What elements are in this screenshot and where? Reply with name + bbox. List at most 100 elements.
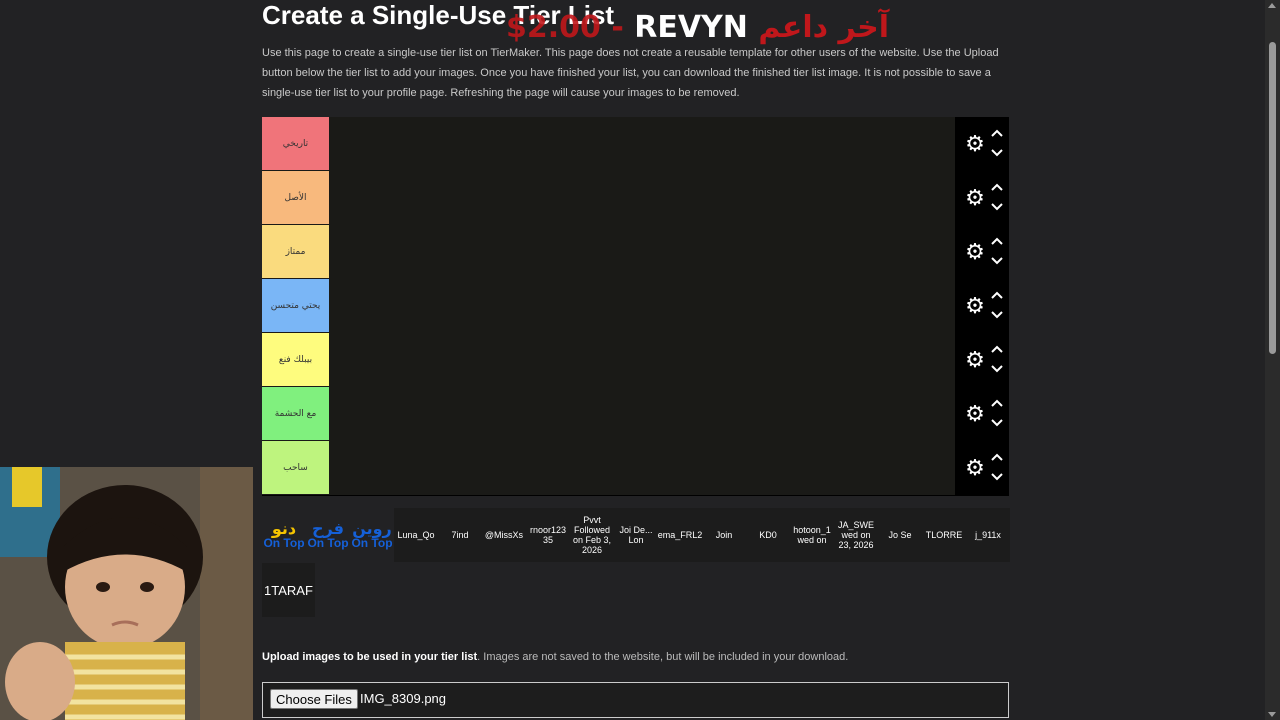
tier-controls: ⚙: [955, 333, 1009, 387]
gear-icon[interactable]: ⚙: [963, 186, 987, 210]
chevron-up-icon[interactable]: [989, 288, 1005, 302]
tier-controls: ⚙: [955, 279, 1009, 333]
scroll-up-arrow-icon[interactable]: [1268, 3, 1276, 8]
tier-row: الأصل ⚙: [262, 171, 1009, 226]
pool-item-text: Pvvt Followed on Feb 3, 2026: [572, 515, 612, 555]
chevron-down-icon[interactable]: [989, 254, 1005, 268]
pool-item[interactable]: دنو On Top: [262, 508, 306, 562]
tier-controls: ⚙: [955, 225, 1009, 279]
pool-item-text: 7ind: [451, 530, 469, 540]
pool-item[interactable]: eema_FRL21: [658, 508, 702, 562]
pool-item-text: Jo Se: [888, 530, 912, 540]
tier-drop-zone[interactable]: [329, 225, 955, 278]
pool-item-word: فرح: [312, 519, 344, 538]
tier-row: بيبلك فنع ⚙: [262, 333, 1009, 388]
pool-item-text: TLORRE: [925, 530, 963, 540]
donation-amount: $2.00 -: [506, 10, 635, 45]
tier-label[interactable]: مع الحشمة: [262, 387, 329, 440]
upload-field: Choose Files IMG_8309.png: [262, 682, 1009, 718]
pool-item[interactable]: Luna_Qo: [394, 508, 438, 562]
tier-label[interactable]: ممتاز: [262, 225, 329, 278]
pool-item[interactable]: Join: [702, 508, 746, 562]
pool-item[interactable]: JA_SWE wed on 23, 2026: [834, 508, 878, 562]
upload-caption-rest: . Images are not saved to the website, b…: [477, 651, 849, 663]
tier-label[interactable]: بيبلك فنع: [262, 333, 329, 386]
pool-item-word: روين: [352, 519, 392, 538]
tier-controls: ⚙: [955, 441, 1009, 495]
chevron-down-icon[interactable]: [989, 362, 1005, 376]
intro-text: Use this page to create a single-use tie…: [262, 47, 999, 99]
tier-controls: ⚙: [955, 387, 1009, 441]
pool-item[interactable]: روين On Top: [350, 508, 394, 562]
pool-item-text: j_911x: [975, 530, 1001, 540]
pool-item-word: دنو: [271, 519, 297, 538]
gear-icon[interactable]: ⚙: [963, 456, 987, 480]
chevron-up-icon[interactable]: [989, 450, 1005, 464]
pool-item[interactable]: rnoor123 35: [526, 508, 570, 562]
tier-drop-zone[interactable]: [329, 279, 955, 332]
scroll-down-arrow-icon[interactable]: [1268, 712, 1276, 717]
pool-item[interactable]: j_911x: [966, 508, 1010, 562]
image-pool: دنو On Top فرح On Top روين On Top Luna_Qo 7ind @…: [262, 508, 1010, 562]
chevron-up-icon[interactable]: [989, 234, 1005, 248]
pool-item-text: Joi De... Lon: [619, 525, 653, 545]
pool-item-text: Luna_Qo: [397, 530, 435, 540]
chevron-up-icon[interactable]: [989, 342, 1005, 356]
tier-label[interactable]: تاريخي: [262, 117, 329, 170]
chevron-up-icon[interactable]: [989, 180, 1005, 194]
chevron-down-icon[interactable]: [989, 146, 1005, 160]
pool-item-sub: On Top: [307, 536, 349, 550]
pool-item[interactable]: فرح On Top: [306, 508, 350, 562]
pool-item[interactable]: KD0: [746, 508, 790, 562]
tier-row: يحتي متحسن ⚙: [262, 279, 1009, 334]
chevron-down-icon[interactable]: [989, 470, 1005, 484]
upload-caption-bold: Upload images to be used in your tier li…: [262, 651, 478, 663]
chevron-up-icon[interactable]: [989, 396, 1005, 410]
pool-item-text: rnoor123 35: [529, 525, 567, 545]
donation-caption: آخر داعم: [758, 10, 890, 45]
chevron-down-icon[interactable]: [989, 200, 1005, 214]
pool-item[interactable]: Joi De... Lon: [614, 508, 658, 562]
pool-item-text: eema_FRL21: [658, 530, 702, 540]
chevron-down-icon[interactable]: [989, 308, 1005, 322]
gear-icon[interactable]: ⚙: [963, 402, 987, 426]
webcam-image: [0, 467, 253, 720]
upload-caption: Upload images to be used in your tier li…: [262, 651, 848, 663]
scroll-thumb[interactable]: [1269, 42, 1276, 354]
pool-item[interactable]: 1TARAF: [262, 563, 315, 617]
pool-item-sub: On Top: [263, 536, 305, 550]
pool-item[interactable]: TLORRE: [922, 508, 966, 562]
tier-drop-zone[interactable]: [329, 387, 955, 440]
tier-drop-zone[interactable]: [329, 117, 955, 170]
tier-drop-zone[interactable]: [329, 333, 955, 386]
tier-drop-zone[interactable]: [329, 441, 955, 494]
chevron-down-icon[interactable]: [989, 416, 1005, 430]
gear-icon[interactable]: ⚙: [963, 348, 987, 372]
pool-item[interactable]: Pvvt Followed on Feb 3, 2026: [570, 508, 614, 562]
selected-file-name: IMG_8309.png: [360, 691, 447, 706]
gear-icon[interactable]: ⚙: [963, 240, 987, 264]
pool-item[interactable]: 7ind: [438, 508, 482, 562]
pool-item-text: hotoon_1 wed on: [793, 525, 831, 545]
pool-item-sub: On Top: [351, 536, 393, 550]
tier-label[interactable]: يحتي متحسن: [262, 279, 329, 332]
chevron-up-icon[interactable]: [989, 126, 1005, 140]
gear-icon[interactable]: ⚙: [963, 294, 987, 318]
vertical-scrollbar[interactable]: [1265, 0, 1280, 720]
pool-item-text: JA_SWE wed on 23, 2026: [837, 520, 874, 550]
pool-item-text: KD0: [759, 530, 777, 540]
gear-icon[interactable]: ⚙: [963, 132, 987, 156]
donor-name: REVYN: [634, 10, 748, 45]
tier-row: ساحب ⚙: [262, 441, 1009, 496]
pool-item[interactable]: hotoon_1 wed on: [790, 508, 834, 562]
pool-item[interactable]: Jo Se: [878, 508, 922, 562]
pool-item-text: Join: [715, 530, 733, 540]
tier-drop-zone[interactable]: [329, 171, 955, 224]
tier-label[interactable]: الأصل: [262, 171, 329, 224]
choose-files-button[interactable]: Choose Files: [270, 689, 358, 709]
pool-item[interactable]: @MissXs: [482, 508, 526, 562]
pool-item-text: @MissXs: [484, 530, 524, 540]
tier-row: مع الحشمة ⚙: [262, 387, 1009, 442]
tier-row: تاريخي ⚙: [262, 117, 1009, 172]
tier-label[interactable]: ساحب: [262, 441, 329, 494]
